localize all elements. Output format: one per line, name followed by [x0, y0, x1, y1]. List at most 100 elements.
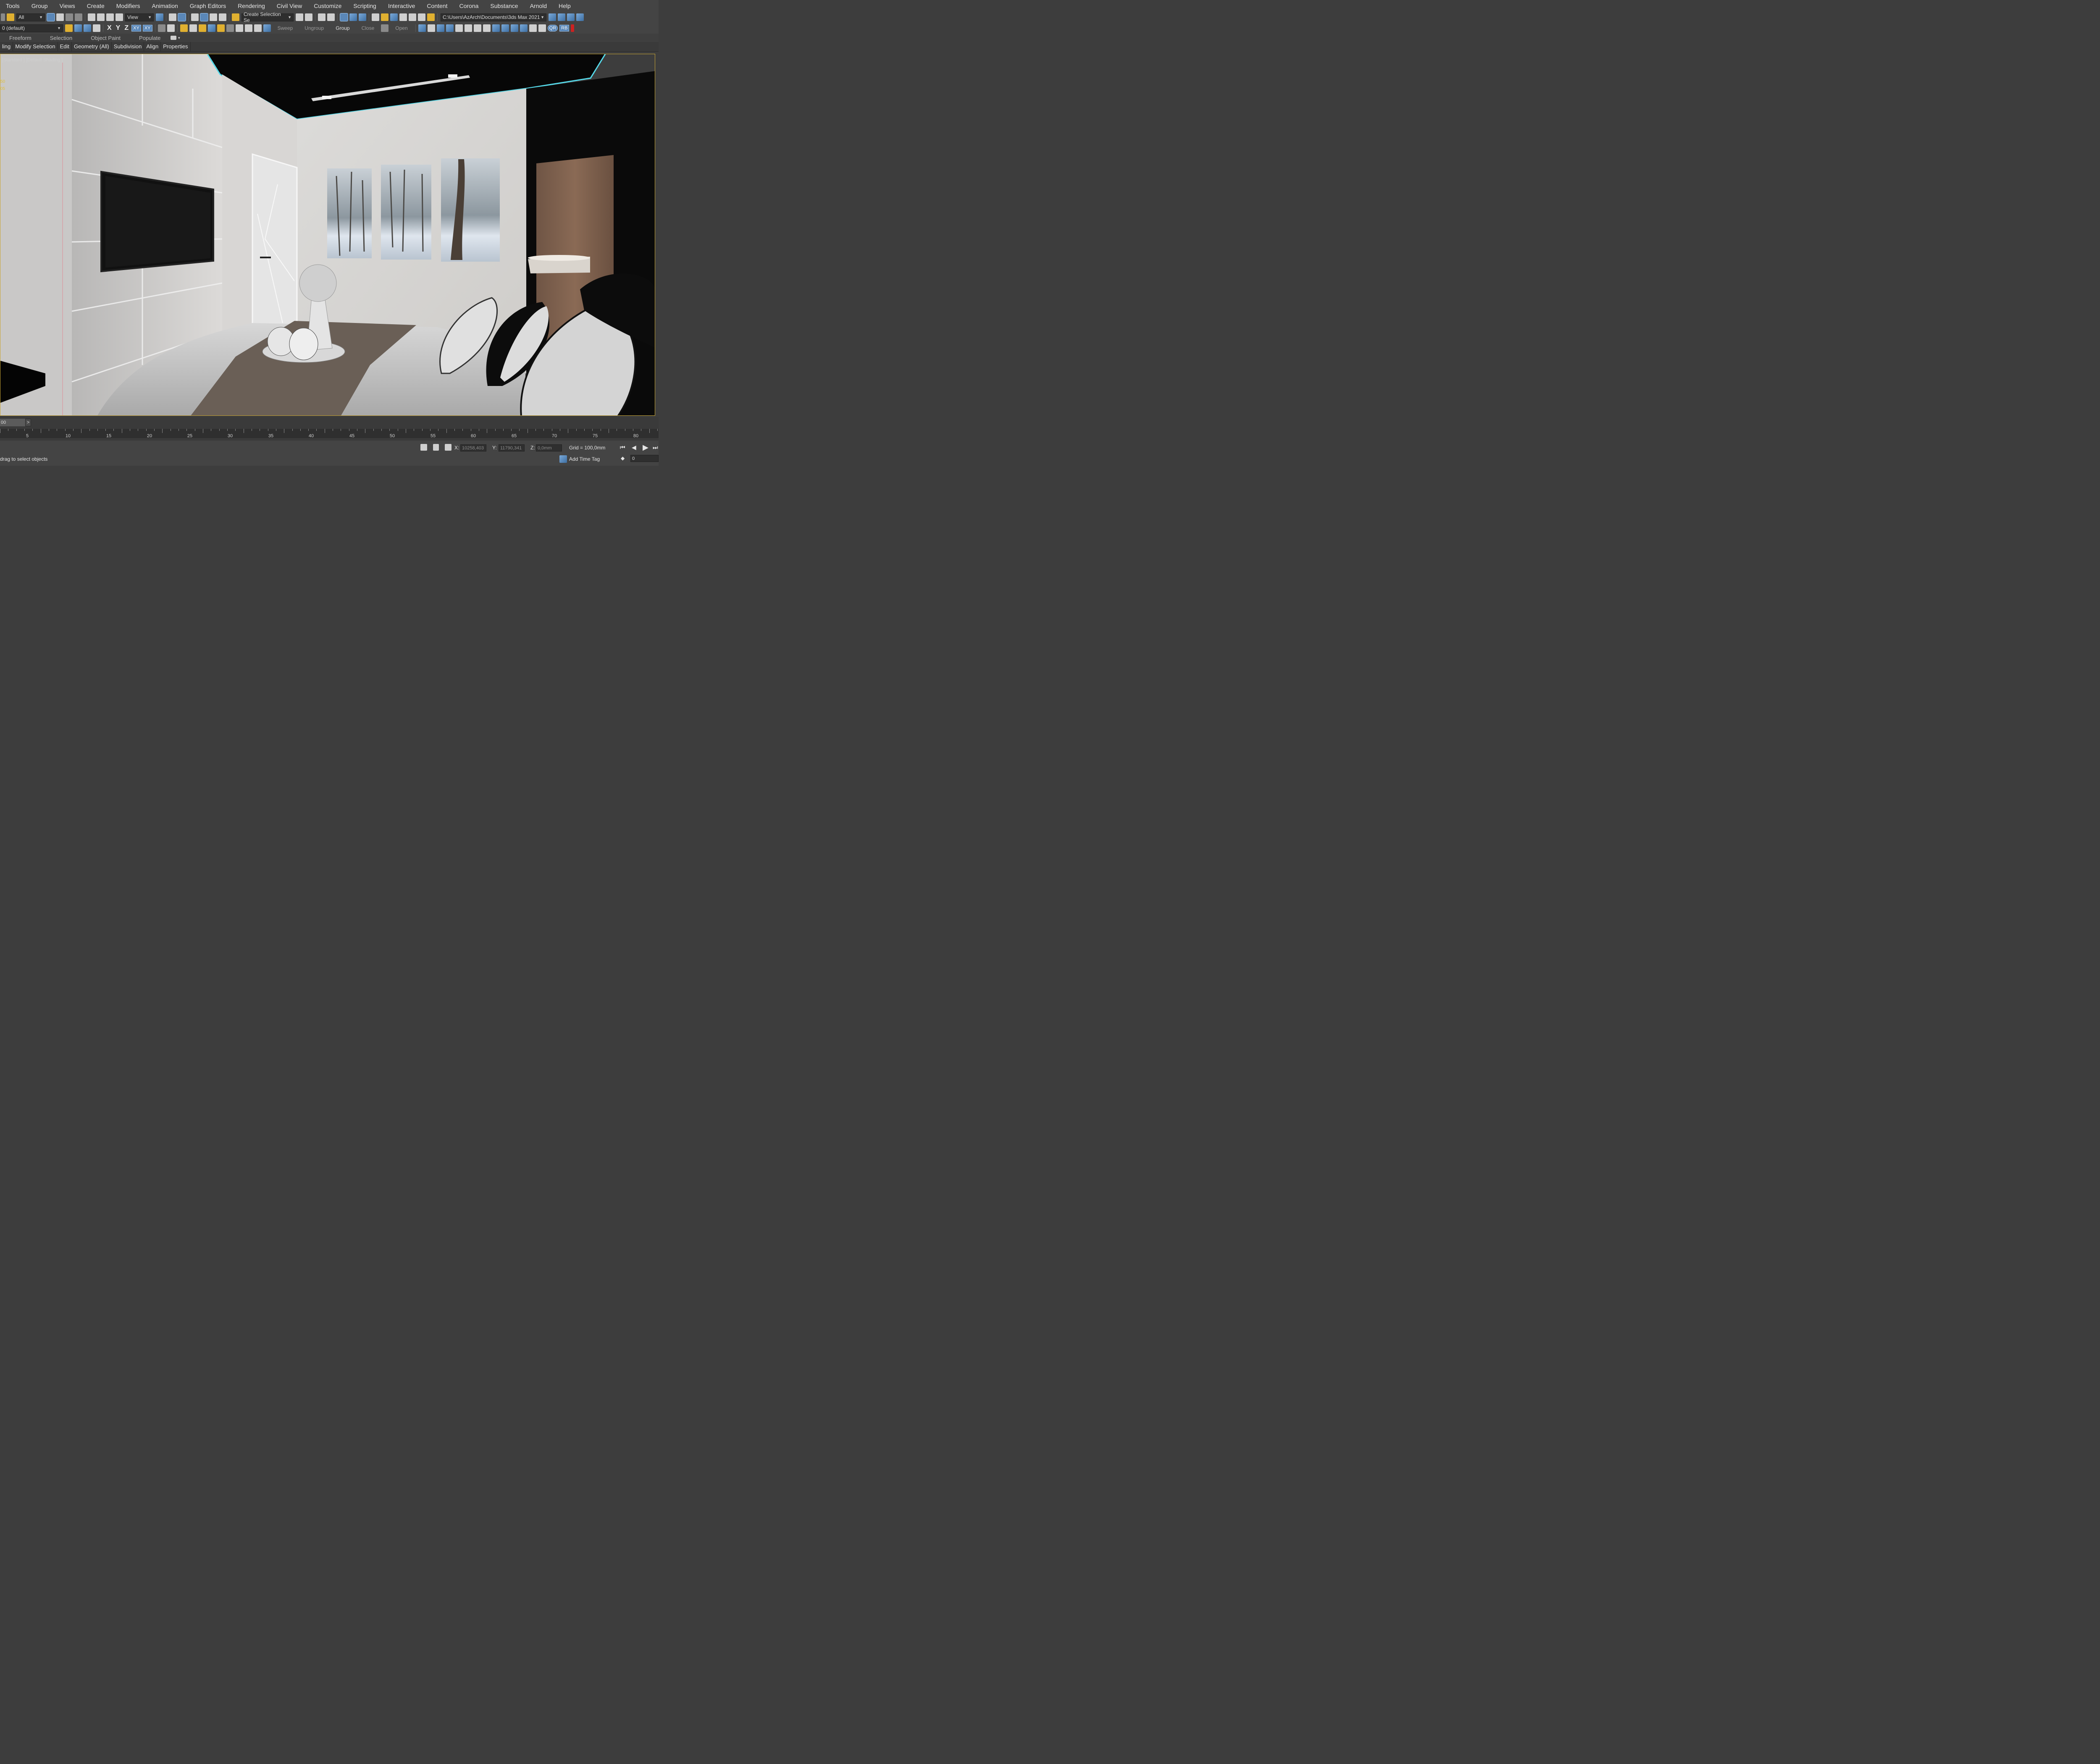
z-coordinate-field[interactable]: 0,0mm [536, 444, 562, 452]
ribbon-properties-button[interactable]: Properties [161, 42, 191, 51]
mirror-icon[interactable] [296, 13, 303, 21]
menu-views[interactable]: Views [54, 3, 81, 9]
bone-icon[interactable] [473, 24, 481, 32]
menu-create[interactable]: Create [81, 3, 110, 9]
previous-frame-icon[interactable]: ◀︎ [632, 444, 636, 451]
snaps-toggle-icon[interactable] [191, 13, 199, 21]
material-editor-icon[interactable] [359, 13, 366, 21]
grid-icon[interactable] [158, 24, 165, 32]
figure-icon[interactable] [464, 24, 472, 32]
select-by-name-icon[interactable] [56, 13, 64, 21]
schematic-view-icon[interactable] [349, 13, 357, 21]
align-icon[interactable] [305, 13, 312, 21]
menu-graph-editors[interactable]: Graph Editors [184, 3, 232, 9]
menu-scripting[interactable]: Scripting [347, 3, 382, 9]
ribbon-align-button[interactable]: Align [144, 42, 161, 51]
render-setup-icon[interactable] [372, 13, 379, 21]
tree-icon[interactable] [217, 24, 225, 32]
red-plugin-icon[interactable] [571, 24, 575, 32]
project-set-icon[interactable] [549, 13, 556, 21]
menu-content[interactable]: Content [421, 3, 453, 9]
helper-icon[interactable] [446, 24, 454, 32]
spray-icon[interactable] [198, 24, 206, 32]
mushroom-icon[interactable] [244, 24, 252, 32]
sweep-button[interactable]: Sweep [278, 25, 293, 31]
project-open-icon[interactable] [558, 13, 565, 21]
render-iterative-icon[interactable] [399, 13, 407, 21]
y-coordinate-field[interactable]: 11790,341 [499, 444, 525, 452]
render-cloud-icon[interactable] [409, 13, 416, 21]
table-icon[interactable] [455, 24, 463, 32]
box-icon[interactable] [501, 24, 509, 32]
named-selection-dropdown[interactable]: Create Selection Se ▼ [242, 11, 294, 23]
tab-object-paint[interactable]: Object Paint [91, 35, 121, 41]
ribbon-options-icon[interactable] [171, 36, 177, 40]
current-frame-field[interactable]: 0 [630, 455, 659, 462]
project-folder-dropdown[interactable]: C:\Users\AzArch\Documents\3ds Max 2021 ▼ [441, 13, 546, 21]
tab-freeform[interactable]: Freeform [9, 35, 32, 41]
window-crossing-icon[interactable] [75, 13, 82, 21]
move-icon[interactable] [88, 13, 95, 21]
layer-props-icon[interactable] [93, 24, 100, 32]
menu-animation[interactable]: Animation [146, 3, 184, 9]
menu-substance[interactable]: Substance [484, 3, 524, 9]
layer-dropdown[interactable]: 0 (default) ▼ [0, 24, 63, 32]
menu-rendering[interactable]: Rendering [232, 3, 271, 9]
open-group-button[interactable]: Open [395, 25, 407, 31]
project-manage-icon[interactable] [576, 13, 584, 21]
render-shade-icon[interactable] [418, 13, 425, 21]
next-key-icon[interactable]: ⏭ [653, 444, 658, 451]
axis-x-button[interactable]: X [107, 24, 112, 32]
add-time-tag-button[interactable]: Add Time Tag [569, 456, 600, 462]
shape-icon[interactable] [207, 24, 215, 32]
menu-group[interactable]: Group [26, 3, 54, 9]
tab-populate[interactable]: Populate [139, 35, 160, 41]
axis-z-button[interactable]: Z [124, 24, 129, 32]
sphere-icon[interactable] [263, 24, 271, 32]
light-bulb-icon[interactable] [427, 24, 435, 32]
scale-icon[interactable] [106, 13, 114, 21]
key-mode-icon[interactable]: ◆ [621, 455, 625, 461]
window-icon[interactable] [510, 24, 518, 32]
warning-icon[interactable] [427, 13, 435, 21]
globe-icon[interactable] [492, 24, 500, 32]
edit-named-selection-icon[interactable] [232, 13, 239, 21]
select-layer-icon[interactable] [84, 24, 91, 32]
selection-filter-dropdown[interactable]: All ▼ [16, 13, 45, 21]
play-icon[interactable]: ▶ [643, 443, 648, 452]
link-icon[interactable] [7, 13, 14, 21]
curve-editor-icon[interactable] [340, 13, 348, 21]
track-icon[interactable] [167, 24, 175, 32]
group-button[interactable]: Group [336, 25, 349, 31]
axis-xy-cycle-button[interactable]: XY [142, 25, 152, 32]
menu-help[interactable]: Help [553, 3, 577, 9]
angle-snap-icon[interactable] [200, 13, 208, 21]
close-group-button[interactable]: Close [362, 25, 375, 31]
project-save-icon[interactable] [567, 13, 575, 21]
select-object-icon[interactable] [47, 13, 55, 21]
refresh-icon[interactable] [483, 24, 491, 32]
next-frame-button[interactable]: > [25, 419, 31, 426]
spinner-snap-icon[interactable] [219, 13, 226, 21]
menu-civil-view[interactable]: Civil View [271, 3, 308, 9]
menu-arnold[interactable]: Arnold [524, 3, 553, 9]
menu-interactive[interactable]: Interactive [382, 3, 421, 9]
rotate-icon[interactable] [97, 13, 105, 21]
reference-coordinate-dropdown[interactable]: View ▼ [125, 13, 154, 21]
hedge-icon[interactable] [226, 24, 234, 32]
eye-icon[interactable] [529, 24, 537, 32]
isolate-icon[interactable] [420, 444, 427, 451]
track-bar[interactable]: 5 10 15 20 25 30 35 40 45 50 55 60 65 70… [0, 429, 659, 438]
ribbon-geometry-button[interactable]: Geometry (All) [72, 42, 112, 51]
undo-icon[interactable] [1, 13, 5, 21]
placement-icon[interactable] [116, 13, 123, 21]
menu-customize[interactable]: Customize [308, 3, 347, 9]
relax-icon[interactable] [189, 24, 197, 32]
rb-button[interactable]: RB [559, 25, 570, 32]
perspective-viewport[interactable]: [Standard ] [Default Shading ] 50 05 [0, 54, 655, 416]
layer-explorer-icon[interactable] [318, 13, 326, 21]
axis-xy-button[interactable]: XY [131, 25, 141, 32]
ribbon-modeling-button[interactable]: ling [0, 42, 13, 51]
render-production-icon[interactable] [390, 13, 398, 21]
bend-icon[interactable] [235, 24, 243, 32]
